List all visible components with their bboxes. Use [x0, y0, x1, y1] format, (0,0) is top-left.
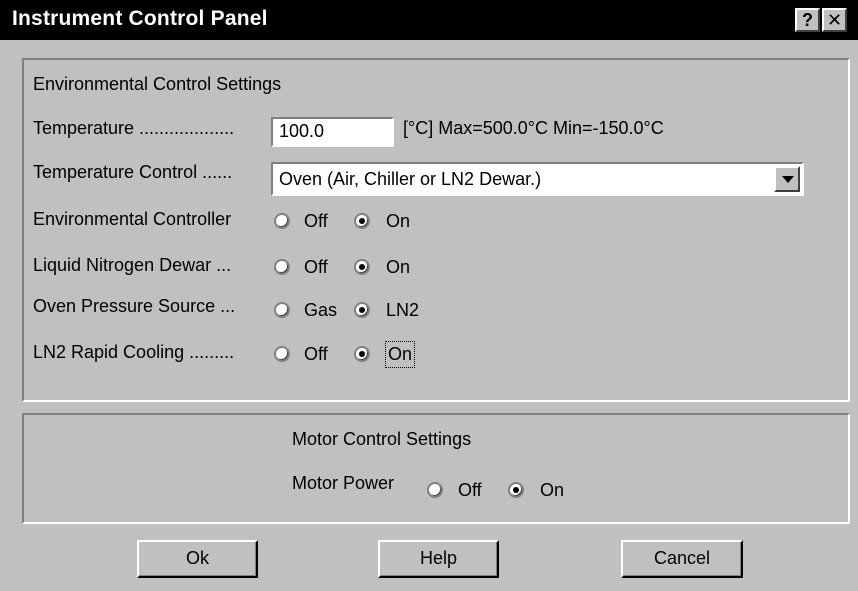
help-button[interactable]: Help [378, 540, 499, 578]
temperature-input[interactable]: 100.0 [271, 117, 394, 147]
oven-pressure-source-ln2-label[interactable]: LN2 [386, 300, 419, 321]
environmental-controller-on-label[interactable]: On [386, 211, 410, 232]
liquid-nitrogen-dewar-on-radio[interactable] [354, 259, 370, 275]
window-title: Instrument Control Panel [12, 7, 268, 30]
temperature-range: [°C] Max=500.0°C Min=-150.0°C [403, 118, 664, 138]
temperature-label: Temperature ................... [33, 118, 235, 138]
environmental-heading: Environmental Control Settings [33, 74, 282, 94]
motor-power-label: Motor Power [292, 473, 395, 493]
motor-power-off-radio[interactable] [427, 482, 443, 498]
ln2-rapid-cooling-on-label[interactable]: On [384, 341, 416, 368]
environmental-controller-off-label[interactable]: Off [304, 211, 328, 232]
motor-power-off-label[interactable]: Off [458, 480, 482, 501]
ln2-rapid-cooling-on-radio[interactable] [354, 346, 370, 362]
motor-heading: Motor Control Settings [292, 429, 472, 449]
liquid-nitrogen-dewar-off-radio[interactable] [274, 259, 290, 275]
title-bar: Instrument Control Panel ? ✕ [0, 0, 858, 40]
temperature-control-select[interactable]: Oven (Air, Chiller or LN2 Dewar.) [271, 162, 804, 196]
help-icon[interactable]: ? [795, 8, 820, 32]
liquid-nitrogen-dewar-off-label[interactable]: Off [304, 257, 328, 278]
environmental-controller-on-radio[interactable] [354, 213, 370, 229]
oven-pressure-source-gas-radio[interactable] [274, 302, 290, 318]
ok-button[interactable]: Ok [137, 540, 258, 578]
environmental-controller-off-radio[interactable] [274, 213, 290, 229]
temperature-control-label: Temperature Control ...... [33, 162, 233, 182]
oven-pressure-source-label: Oven Pressure Source ... [33, 296, 236, 316]
liquid-nitrogen-dewar-label: Liquid Nitrogen Dewar ... [33, 255, 232, 275]
motor-power-on-radio[interactable] [508, 482, 524, 498]
motor-power-on-label[interactable]: On [540, 480, 564, 501]
cancel-button[interactable]: Cancel [621, 540, 743, 578]
close-icon[interactable]: ✕ [822, 8, 847, 32]
environmental-controller-label: Environmental Controller [33, 209, 232, 229]
oven-pressure-source-ln2-radio[interactable] [354, 302, 370, 318]
ln2-rapid-cooling-off-radio[interactable] [274, 346, 290, 362]
temperature-control-value: Oven (Air, Chiller or LN2 Dewar.) [279, 169, 542, 189]
ln2-rapid-cooling-label: LN2 Rapid Cooling ......... [33, 342, 235, 362]
chevron-down-icon[interactable] [774, 166, 800, 192]
ln2-rapid-cooling-off-label[interactable]: Off [304, 344, 328, 365]
liquid-nitrogen-dewar-on-label[interactable]: On [386, 257, 410, 278]
oven-pressure-source-gas-label[interactable]: Gas [304, 300, 337, 321]
